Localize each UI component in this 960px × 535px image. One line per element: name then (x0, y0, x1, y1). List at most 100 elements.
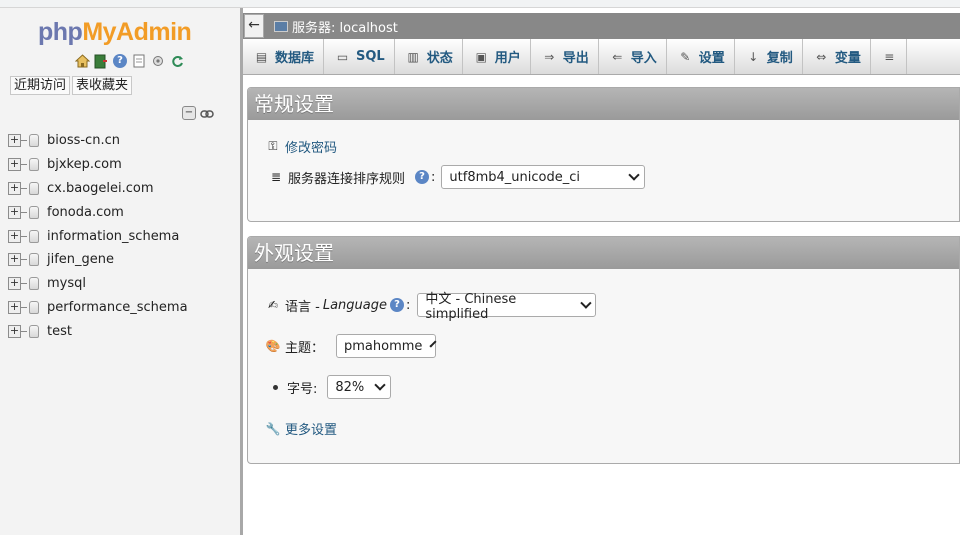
database-item[interactable]: + cx.baogelei.com (8, 177, 188, 201)
database-item[interactable]: + performance_schema (8, 296, 188, 320)
tab-settings[interactable]: ✎ 设置 (667, 39, 735, 74)
tab-status[interactable]: ▥ 状态 (395, 39, 463, 74)
database-name[interactable]: bioss-cn.cn (47, 133, 120, 148)
list-icon: ≣ (270, 170, 282, 184)
settings-gear-icon[interactable] (150, 53, 166, 69)
chevron-down-icon (374, 378, 387, 391)
expand-icon[interactable]: + (8, 253, 21, 267)
link-icon[interactable] (199, 106, 215, 122)
database-item[interactable]: + bioss-cn.cn (8, 129, 188, 153)
database-item[interactable]: + information_schema (8, 224, 188, 248)
database-name[interactable]: information_schema (47, 229, 179, 244)
expand-icon[interactable]: + (8, 134, 21, 148)
database-name[interactable]: fonoda.com (47, 205, 124, 220)
expand-icon[interactable]: + (8, 324, 21, 338)
breadcrumb: ← 服务器: localhost (243, 13, 960, 39)
database-name[interactable]: bjxkep.com (47, 157, 122, 172)
tab-replication[interactable]: ↓ 复制 (735, 39, 803, 74)
tab-import[interactable]: ⇐ 导入 (599, 39, 667, 74)
status-icon: ▥ (407, 49, 419, 64)
tab-databases[interactable]: ▤ 数据库 (243, 39, 325, 74)
database-tree: + bioss-cn.cn + bjxkep.com + cx.baogelei.com +… (8, 129, 188, 343)
users-icon: ▣ (475, 49, 487, 64)
language-select[interactable]: 中文 - Chinese simplified (417, 292, 597, 322)
more-settings-row: 🔧 更多设置 (265, 419, 338, 439)
database-item[interactable]: + bjxkep.com (8, 153, 188, 177)
collation-help-icon[interactable]: ? (415, 170, 430, 184)
database-icon (29, 229, 39, 243)
database-icon (29, 158, 39, 172)
settings-icon: ✎ (680, 49, 691, 64)
collapse-all-icon[interactable]: − (182, 106, 196, 120)
tree-connector (21, 164, 27, 166)
expand-icon[interactable]: + (8, 158, 21, 172)
general-settings-panel: 常规设置 ⚿ 修改密码 ≣ 服务器连接排序规则 ? : utf8mb4_unic… (247, 87, 960, 222)
database-icon (29, 277, 39, 291)
expand-icon[interactable]: + (8, 277, 21, 291)
tree-connector (21, 140, 27, 142)
phpmyadmin-logo[interactable]: phpMyAdmin (38, 18, 192, 47)
appearance-settings-panel: 外观设置 ✍ 语言 - Language ? : 中文 - Chinese si… (247, 236, 960, 464)
collation-select[interactable]: utf8mb4_unicode_ci (441, 165, 646, 189)
palette-icon: 🎨 (265, 339, 281, 353)
database-name[interactable]: test (47, 324, 72, 339)
tree-connector (21, 330, 27, 332)
more-settings-link[interactable]: 更多设置 (285, 419, 337, 438)
back-arrow-icon[interactable]: ← (244, 14, 264, 38)
bullet-icon (273, 384, 278, 390)
variables-icon: ⇔ (816, 49, 827, 64)
expand-icon[interactable]: + (8, 229, 21, 243)
nav-resize-handle[interactable] (240, 8, 243, 535)
database-item[interactable]: + mysql (8, 272, 188, 296)
recent-tables-button[interactable]: 近期访问 (10, 76, 71, 95)
wrench-icon: 🔧 (265, 421, 281, 436)
expand-icon[interactable]: + (8, 300, 21, 314)
tree-controls: − (182, 106, 215, 122)
database-icon (29, 181, 39, 195)
database-name[interactable]: performance_schema (47, 300, 188, 315)
tab-more[interactable]: ≡ (871, 39, 907, 74)
font-size-label: 字号: (287, 381, 318, 397)
tree-connector (21, 235, 27, 237)
expand-icon[interactable]: + (8, 181, 21, 195)
change-password-link[interactable]: 修改密码 (285, 137, 337, 156)
language-help-icon[interactable]: ? (389, 298, 404, 312)
database-name[interactable]: cx.baogelei.com (47, 181, 154, 196)
tree-connector (21, 283, 27, 285)
expand-icon[interactable]: + (8, 205, 21, 219)
language-label-en: Language (322, 297, 387, 313)
database-item[interactable]: + fonoda.com (8, 200, 188, 224)
database-item[interactable]: + test (8, 319, 188, 343)
navigation-panel: phpMyAdmin ? 近期访问 表收藏夹 − + bioss-cn.cn + bj… (0, 8, 240, 535)
database-name[interactable]: mysql (47, 276, 86, 291)
logout-icon[interactable] (93, 53, 109, 69)
tab-sql[interactable]: ▭ SQL (324, 39, 395, 74)
general-settings-title: 常规设置 (248, 88, 959, 120)
theme-label: 主题： (285, 340, 325, 356)
database-name[interactable]: jifen_gene (47, 252, 114, 267)
reload-icon[interactable] (169, 53, 185, 69)
tab-variables[interactable]: ⇔ 变量 (803, 39, 871, 74)
home-icon[interactable] (74, 53, 90, 69)
tree-connector (21, 259, 27, 261)
chevron-down-icon (628, 168, 641, 181)
top-menu-tabs: ▤ 数据库 ▭ SQL ▥ 状态 ▣ 用户 ⇒ 导出 ⇐ 导入 ✎ 设置 ↓ 复制 ⇔ 变量 ≡ (243, 39, 960, 75)
breadcrumb-server[interactable]: 服务器: localhost (274, 17, 398, 36)
font-size-select[interactable]: 82% (327, 375, 392, 399)
database-icon (29, 205, 39, 219)
language-row: ✍ 语言 - Language ? : 中文 - Chinese simplif… (265, 292, 597, 322)
language-icon: ✍ (267, 298, 279, 312)
tab-export[interactable]: ⇒ 导出 (531, 39, 599, 74)
database-icon (29, 134, 39, 148)
tab-users[interactable]: ▣ 用户 (463, 39, 531, 74)
replication-icon: ↓ (748, 49, 759, 64)
favorite-tables-button[interactable]: 表收藏夹 (72, 76, 133, 95)
nav-tabs: 近期访问 表收藏夹 (10, 76, 133, 95)
theme-select[interactable]: pmahomme (336, 334, 437, 358)
tree-connector (21, 211, 27, 213)
language-label: 语言 - (285, 299, 320, 315)
database-item[interactable]: + jifen_gene (8, 248, 188, 272)
key-icon: ⚿ (268, 139, 278, 153)
documentation-icon[interactable] (131, 53, 147, 69)
help-icon[interactable]: ? (112, 53, 128, 69)
